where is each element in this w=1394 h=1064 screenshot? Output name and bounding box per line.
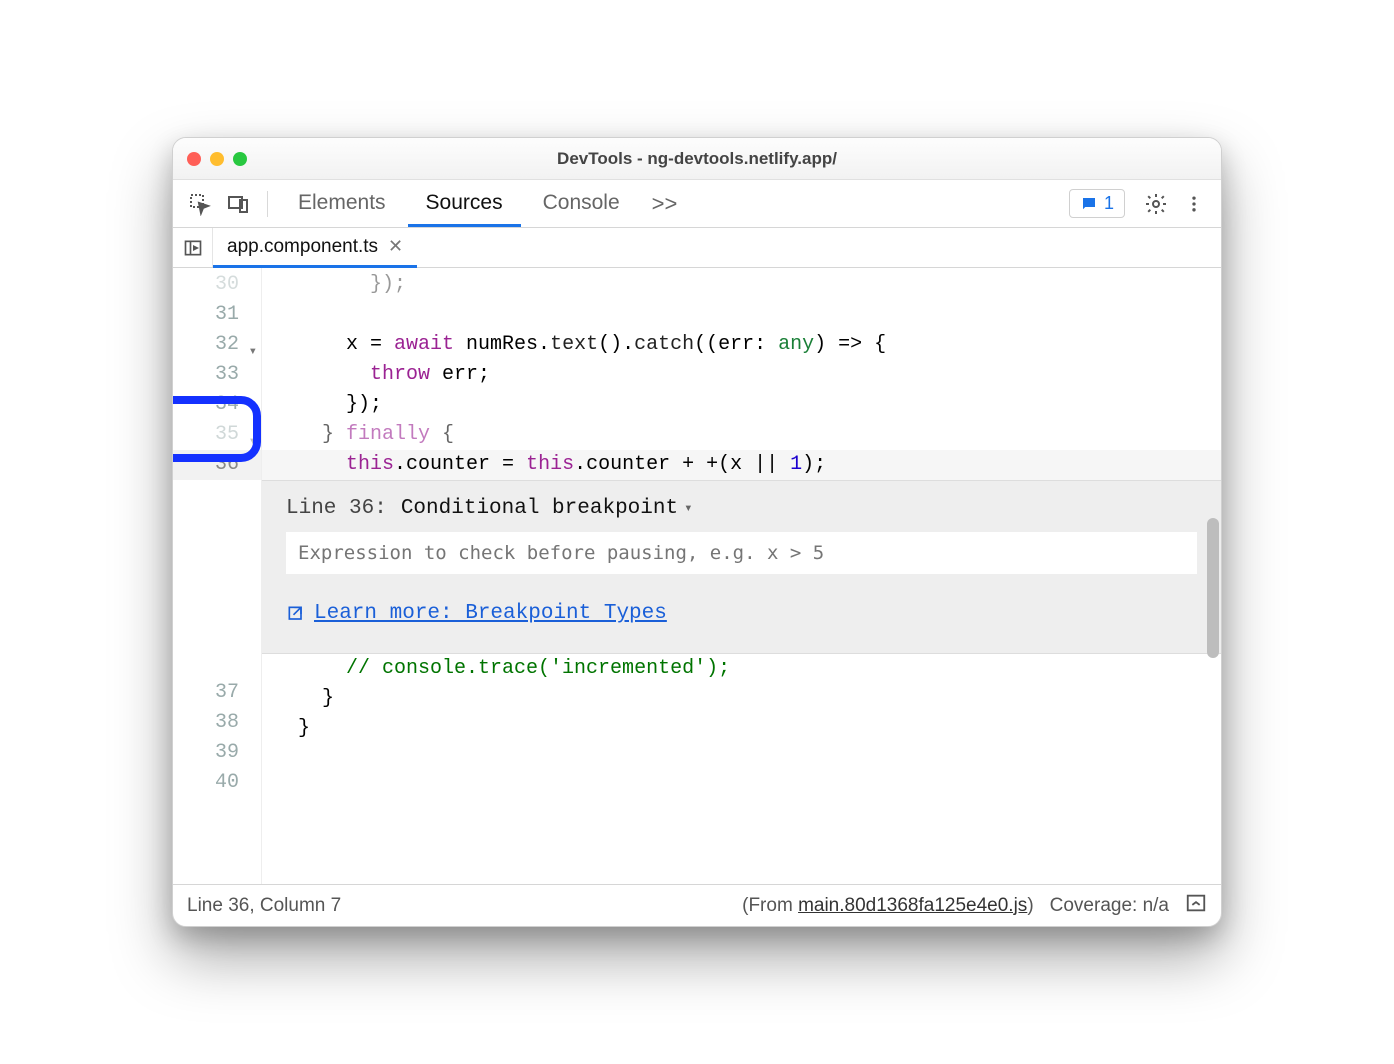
- coverage-label: Coverage: n/a: [1050, 895, 1169, 917]
- line-number[interactable]: 33: [173, 360, 261, 390]
- code-line: // console.trace('incremented');: [262, 654, 1221, 684]
- line-number[interactable]: 39: [173, 738, 261, 768]
- code-line: });: [262, 270, 1221, 300]
- code-line: }: [262, 714, 1221, 744]
- traffic-lights: [187, 152, 247, 166]
- breakpoint-widget: Line 36: Conditional breakpoint Learn mo…: [262, 480, 1221, 654]
- code-editor[interactable]: 30 31 32 33 34 35 36 }); x = await numRe…: [173, 268, 1221, 884]
- tab-elements[interactable]: Elements: [280, 181, 404, 227]
- source-map-info: (From main.80d1368fa125e4e0.js): [742, 895, 1034, 917]
- device-toolbar-icon[interactable]: [221, 187, 255, 221]
- line-gutter-lower[interactable]: 37 38 39 40: [173, 676, 261, 798]
- maximize-icon[interactable]: [233, 152, 247, 166]
- divider: [267, 191, 268, 217]
- line-number[interactable]: 36: [173, 450, 261, 480]
- devtools-window: DevTools - ng-devtools.netlify.app/ Elem…: [172, 137, 1222, 927]
- code-line: this.counter = this.counter + +(x || 1);: [262, 450, 1221, 480]
- learn-more-label: Learn more: Breakpoint Types: [314, 602, 667, 625]
- file-tab-bar: app.component.ts ✕: [173, 228, 1221, 268]
- window-title: DevTools - ng-devtools.netlify.app/: [173, 149, 1221, 169]
- status-bar: Line 36, Column 7 (From main.80d1368fa12…: [173, 884, 1221, 926]
- minimize-icon[interactable]: [210, 152, 224, 166]
- kebab-menu-icon[interactable]: [1177, 187, 1211, 221]
- code-line: });: [262, 390, 1221, 420]
- line-number[interactable]: 37: [173, 678, 261, 708]
- inspect-element-icon[interactable]: [183, 187, 217, 221]
- code-column[interactable]: }); x = await numRes.text().catch((err: …: [261, 268, 1221, 884]
- line-number[interactable]: 32: [173, 330, 261, 360]
- titlebar: DevTools - ng-devtools.netlify.app/: [173, 138, 1221, 180]
- navigator-toggle-icon[interactable]: [173, 228, 213, 267]
- line-number[interactable]: 40: [173, 768, 261, 798]
- line-number[interactable]: 31: [173, 300, 261, 330]
- panel-toolbar: Elements Sources Console >> 1: [173, 180, 1221, 228]
- cursor-position: Line 36, Column 7: [187, 895, 341, 917]
- code-line: } finally {: [262, 420, 1221, 450]
- gear-icon[interactable]: [1139, 187, 1173, 221]
- source-map-link[interactable]: main.80d1368fa125e4e0.js: [798, 895, 1027, 916]
- close-icon[interactable]: [187, 152, 201, 166]
- tab-sources[interactable]: Sources: [408, 181, 521, 227]
- file-tab-label: app.component.ts: [227, 236, 378, 258]
- code-line: [262, 300, 1221, 330]
- file-tab-active[interactable]: app.component.ts ✕: [213, 228, 417, 268]
- tab-console[interactable]: Console: [525, 181, 638, 227]
- issues-badge[interactable]: 1: [1069, 189, 1125, 218]
- code-line: }: [262, 684, 1221, 714]
- code-line: x = await numRes.text().catch((err: any)…: [262, 330, 1221, 360]
- learn-more-link[interactable]: Learn more: Breakpoint Types: [286, 602, 667, 625]
- breakpoint-type-dropdown[interactable]: Conditional breakpoint: [401, 497, 693, 520]
- issues-count: 1: [1104, 193, 1114, 214]
- breakpoint-expression-input[interactable]: [286, 532, 1197, 574]
- close-tab-icon[interactable]: ✕: [388, 236, 403, 257]
- line-number[interactable]: 30: [173, 270, 261, 300]
- drawer-toggle-icon[interactable]: [1185, 892, 1207, 920]
- breakpoint-line-label: Line 36:: [286, 497, 387, 520]
- line-number[interactable]: 38: [173, 708, 261, 738]
- code-line: [262, 744, 1221, 774]
- more-tabs-icon[interactable]: >>: [652, 191, 678, 217]
- code-line: throw err;: [262, 360, 1221, 390]
- scrollbar-thumb[interactable]: [1207, 518, 1219, 658]
- line-number[interactable]: 35: [173, 420, 261, 450]
- line-number[interactable]: 34: [173, 390, 261, 420]
